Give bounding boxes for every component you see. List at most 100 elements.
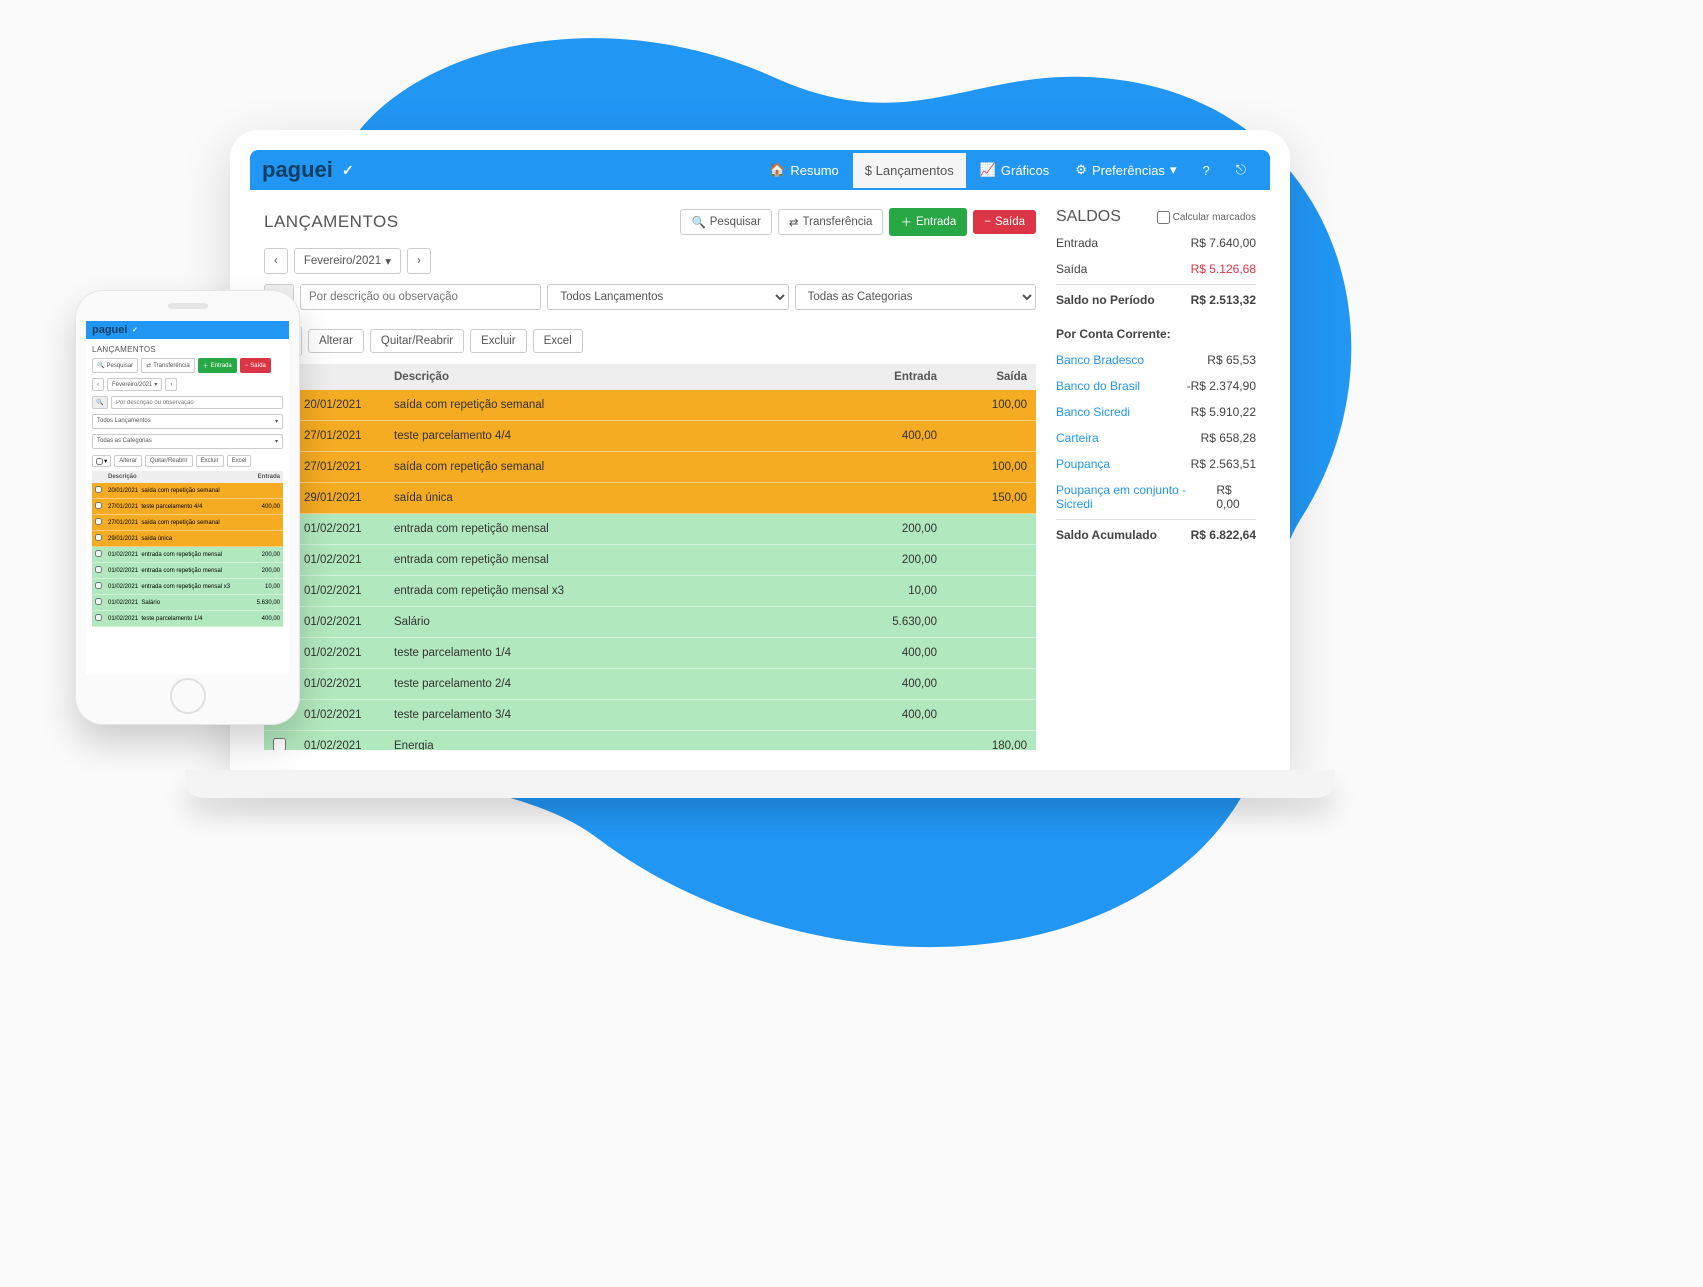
- row-checkbox[interactable]: [95, 598, 102, 605]
- saida-button[interactable]: −Saída: [973, 210, 1036, 234]
- entrada-button[interactable]: ＋Entrada: [889, 208, 967, 236]
- phone-excel[interactable]: Excel: [227, 455, 252, 467]
- search-icon: 🔍: [691, 215, 705, 229]
- row-checkbox[interactable]: [95, 550, 102, 557]
- row-checkbox[interactable]: [95, 518, 102, 525]
- excel-button[interactable]: Excel: [533, 329, 583, 353]
- row-content: 01/02/2021 entrada com repetição mensal: [105, 547, 250, 563]
- table-row[interactable]: 20/01/2021 saída com repetição semanal 1…: [264, 390, 1036, 421]
- row-checkbox[interactable]: [95, 534, 102, 541]
- phone-table-row[interactable]: 01/02/2021 teste parcelamento 1/4400,00: [92, 611, 283, 627]
- nav-preferencias[interactable]: ⚙Preferências ▾: [1063, 152, 1188, 188]
- phone-select-all[interactable]: ▾: [92, 455, 111, 467]
- row-desc: Energia: [385, 731, 856, 751]
- table-row[interactable]: 01/02/2021 entrada com repetição mensal …: [264, 514, 1036, 545]
- row-content: 01/02/2021 Salário: [105, 595, 250, 611]
- phone-next-month[interactable]: ›: [165, 378, 177, 391]
- entrada-value: R$ 7.640,00: [1191, 236, 1256, 250]
- check-icon: ✓: [129, 325, 140, 336]
- account-link[interactable]: Banco Sicredi: [1056, 405, 1130, 419]
- phone-prev-month[interactable]: ‹: [92, 378, 104, 391]
- row-desc: entrada com repetição mensal: [385, 514, 856, 545]
- row-checkbox[interactable]: [95, 486, 102, 493]
- phone-quitar[interactable]: Quitar/Reabrir: [145, 455, 193, 467]
- nav-help[interactable]: ?: [1190, 153, 1221, 188]
- table-row[interactable]: 01/02/2021 teste parcelamento 3/4 400,00: [264, 700, 1036, 731]
- nav-resumo[interactable]: 🏠Resumo: [757, 152, 851, 188]
- table-row[interactable]: 27/01/2021 teste parcelamento 4/4 400,00: [264, 421, 1036, 452]
- row-value: 10,00: [250, 579, 283, 595]
- phone-table-row[interactable]: 01/02/2021 entrada com repetição mensal …: [92, 579, 283, 595]
- acumulado-label: Saldo Acumulado: [1056, 528, 1157, 542]
- row-desc: Salário: [385, 607, 856, 638]
- phone-search-input[interactable]: [111, 396, 283, 409]
- row-desc: saída única: [385, 483, 856, 514]
- phone-month[interactable]: Fevereiro/2021 ▾: [107, 378, 162, 391]
- phone-table-row[interactable]: 01/02/2021 entrada com repetição mensal2…: [92, 563, 283, 579]
- nav-lancamentos[interactable]: $ Lançamentos: [853, 153, 966, 188]
- account-link[interactable]: Poupança em conjunto - Sicredi: [1056, 483, 1216, 511]
- check-icon: ✓: [337, 159, 359, 181]
- table-row[interactable]: 01/02/2021 Salário 5.630,00: [264, 607, 1036, 638]
- prev-month-button[interactable]: ‹: [264, 248, 288, 274]
- phone-pesquisar-button[interactable]: 🔍 Pesquisar: [92, 358, 138, 373]
- phone-table-row[interactable]: 20/01/2021 saída com repetição semanal: [92, 483, 283, 499]
- account-link[interactable]: Carteira: [1056, 431, 1099, 445]
- account-link[interactable]: Banco do Brasil: [1056, 379, 1140, 393]
- table-row[interactable]: 01/02/2021 Energia 180,00: [264, 731, 1036, 751]
- search-input[interactable]: [300, 284, 541, 310]
- table-row[interactable]: 01/02/2021 teste parcelamento 1/4 400,00: [264, 638, 1036, 669]
- nav-logout[interactable]: ⎋: [1224, 152, 1258, 188]
- entrada-label: Entrada: [1056, 236, 1098, 250]
- row-entrada: 200,00: [856, 514, 946, 545]
- row-entrada: 200,00: [856, 545, 946, 576]
- phone-table-row[interactable]: 27/01/2021 saída com repetição semanal: [92, 515, 283, 531]
- minus-icon: −: [984, 216, 991, 228]
- phone-filter-lanc[interactable]: Todos Lançamentos▾: [92, 414, 283, 429]
- row-date: 01/02/2021: [295, 669, 385, 700]
- row-checkbox[interactable]: [95, 582, 102, 589]
- account-link[interactable]: Banco Bradesco: [1056, 353, 1144, 367]
- phone-table-row[interactable]: 29/01/2021 saída única: [92, 531, 283, 547]
- transferencia-button[interactable]: ⇄Transferência: [778, 209, 884, 235]
- filter-lancamentos-select[interactable]: Todos Lançamentos: [547, 284, 788, 310]
- table-row[interactable]: 01/02/2021 teste parcelamento 2/4 400,00: [264, 669, 1036, 700]
- table-row[interactable]: 01/02/2021 entrada com repetição mensal …: [264, 545, 1036, 576]
- row-value: 400,00: [250, 499, 283, 515]
- row-desc: teste parcelamento 4/4: [385, 421, 856, 452]
- phone-table: DescriçãoEntrada 20/01/2021 saída com re…: [92, 471, 283, 627]
- phone-transferencia-button[interactable]: ⇄ Transferência: [141, 358, 195, 373]
- por-conta-header: Por Conta Corrente:: [1056, 327, 1256, 341]
- chart-icon: 📈: [980, 162, 996, 178]
- row-value: [250, 515, 283, 531]
- table-row[interactable]: 27/01/2021 saída com repetição semanal 1…: [264, 452, 1036, 483]
- next-month-button[interactable]: ›: [407, 248, 431, 274]
- logout-icon: ⎋: [1236, 162, 1246, 178]
- logo: paguei ✓: [262, 157, 359, 183]
- quitar-button[interactable]: Quitar/Reabrir: [370, 329, 464, 353]
- pesquisar-button[interactable]: 🔍Pesquisar: [680, 209, 771, 235]
- table-row[interactable]: 01/02/2021 entrada com repetição mensal …: [264, 576, 1036, 607]
- row-checkbox[interactable]: [95, 566, 102, 573]
- phone-excluir[interactable]: Excluir: [196, 455, 224, 467]
- row-checkbox[interactable]: [95, 502, 102, 509]
- account-link[interactable]: Poupança: [1056, 457, 1110, 471]
- alterar-button[interactable]: Alterar: [308, 329, 364, 353]
- excluir-button[interactable]: Excluir: [470, 329, 527, 353]
- row-desc: teste parcelamento 3/4: [385, 700, 856, 731]
- filter-categorias-select[interactable]: Todas as Categorias: [795, 284, 1036, 310]
- nav-graficos[interactable]: 📈Gráficos: [968, 152, 1062, 188]
- phone-alterar[interactable]: Alterar: [114, 455, 142, 467]
- table-row[interactable]: 29/01/2021 saída única 150,00: [264, 483, 1036, 514]
- phone-table-row[interactable]: 27/01/2021 teste parcelamento 4/4400,00: [92, 499, 283, 515]
- phone-saida-button[interactable]: − Saída: [240, 358, 271, 373]
- col-descricao: Descrição: [385, 364, 856, 390]
- phone-entrada-button[interactable]: ＋ Entrada: [198, 358, 237, 373]
- row-checkbox[interactable]: [273, 738, 286, 750]
- month-selector[interactable]: Fevereiro/2021 ▾: [294, 248, 401, 274]
- phone-table-row[interactable]: 01/02/2021 entrada com repetição mensal2…: [92, 547, 283, 563]
- phone-filter-cat[interactable]: Todas as Categorias▾: [92, 434, 283, 449]
- phone-table-row[interactable]: 01/02/2021 Salário5.630,00: [92, 595, 283, 611]
- row-checkbox[interactable]: [95, 614, 102, 621]
- calcular-marcados-checkbox[interactable]: Calcular marcados: [1157, 211, 1256, 224]
